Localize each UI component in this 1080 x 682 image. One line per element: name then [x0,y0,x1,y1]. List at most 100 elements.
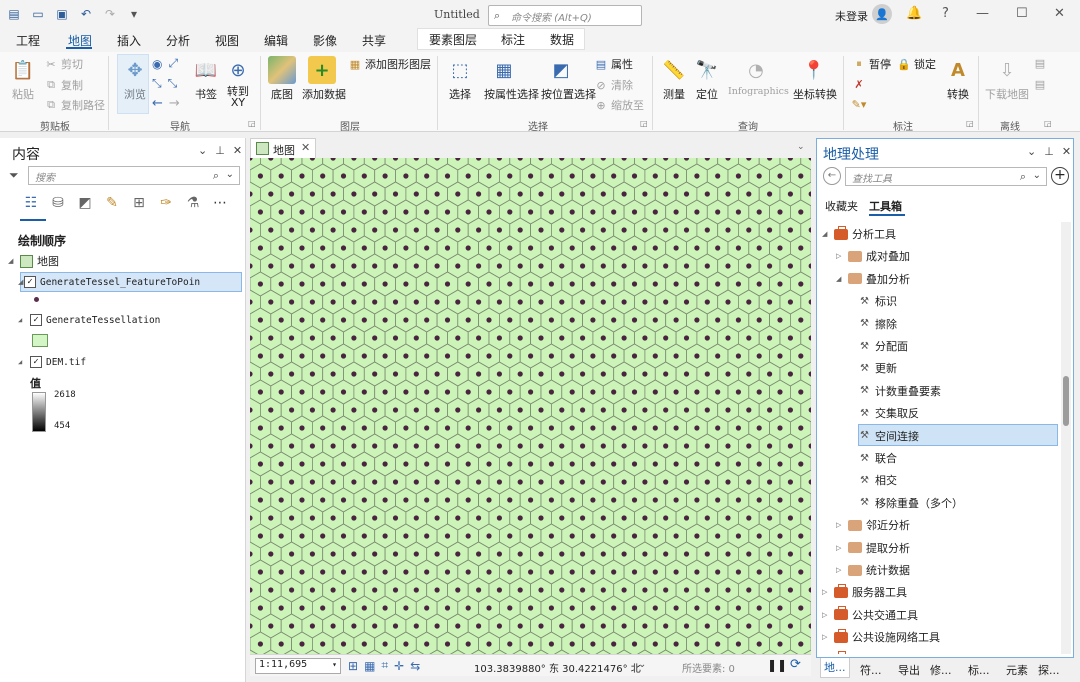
centroid-point[interactable] [528,569,534,575]
centroid-point[interactable] [289,479,295,485]
centroid-point[interactable] [631,209,638,215]
centroid-point[interactable] [735,569,741,575]
centroid-point[interactable] [652,353,658,359]
tab-labels[interactable]: 标... [968,662,990,678]
centroid-point[interactable] [476,623,482,629]
centroid-point[interactable] [268,623,274,629]
centroid-point[interactable] [767,623,773,629]
centroid-point[interactable] [621,263,627,269]
centroid-point[interactable] [444,353,451,359]
centroid-point[interactable] [704,263,710,269]
expand-icon[interactable]: ▷ [822,633,830,641]
centroid-point[interactable] [694,389,700,395]
centroid-point[interactable] [569,389,575,395]
centroid-point[interactable] [580,335,586,341]
centroid-point[interactable] [351,191,357,197]
centroid-point[interactable] [569,173,575,179]
centroid-point[interactable] [486,533,492,539]
centroid-point[interactable] [320,605,326,611]
centroid-point[interactable] [777,173,783,179]
centroid-point[interactable] [268,443,274,449]
dialog-launcher-icon[interactable]: ◲ [1044,119,1052,128]
centroid-point[interactable] [257,461,263,467]
centroid-point[interactable] [777,569,783,575]
centroid-point[interactable] [704,551,710,557]
centroid-point[interactable] [548,353,554,359]
centroid-point[interactable] [642,263,648,269]
centroid-point[interactable] [289,263,295,269]
centroid-point[interactable] [756,173,762,179]
centroid-point[interactable] [756,569,762,575]
centroid-point[interactable] [528,245,534,251]
centroid-point[interactable] [299,497,305,503]
centroid-point[interactable] [590,281,596,287]
centroid-point[interactable] [621,551,627,557]
centroid-point[interactable] [330,515,336,521]
centroid-point[interactable] [320,497,326,503]
centroid-point[interactable] [631,533,638,539]
centroid-point[interactable] [289,335,295,341]
tab-data[interactable]: 数据 [550,31,574,48]
add-icon[interactable]: + [1051,167,1069,185]
redo-icon[interactable]: ↷ [102,6,118,22]
centroid-point[interactable] [340,209,347,215]
centroid-point[interactable] [486,425,492,431]
centroid-point[interactable] [413,551,419,557]
centroid-point[interactable] [289,371,295,377]
centroid-point[interactable] [320,641,326,647]
layer-checkbox[interactable]: ✓ [30,314,42,326]
centroid-point[interactable] [600,227,606,233]
centroid-point[interactable] [600,335,606,341]
centroid-point[interactable] [434,407,440,413]
centroid-point[interactable] [257,569,263,575]
centroid-point[interactable] [746,299,752,305]
chevron-down-icon[interactable]: ⌄ [797,142,805,152]
scale-selector[interactable]: 1:11,695 ▾ [255,658,341,674]
point-symbol[interactable] [34,297,39,302]
centroid-point[interactable] [631,389,638,395]
centroid-point[interactable] [403,533,409,539]
centroid-point[interactable] [444,425,451,431]
centroid-point[interactable] [465,353,471,359]
centroid-point[interactable] [413,299,419,305]
centroid-point[interactable] [559,371,565,377]
centroid-point[interactable] [611,317,617,323]
centroid-point[interactable] [351,515,357,521]
centroid-point[interactable] [715,461,721,467]
centroid-point[interactable] [340,425,347,431]
centroid-point[interactable] [496,407,502,413]
centroid-point[interactable] [621,515,627,521]
centroid-point[interactable] [268,515,274,521]
centroid-point[interactable] [465,605,471,611]
fixed-zoom-icon[interactable]: ⤢ [168,56,178,71]
centroid-point[interactable] [309,515,315,521]
centroid-point[interactable] [299,245,305,251]
centroid-point[interactable] [621,371,627,377]
centroid-point[interactable] [787,407,794,413]
centroid-point[interactable] [756,605,762,611]
centroid-point[interactable] [715,317,721,323]
centroid-point[interactable] [725,407,731,413]
close-icon[interactable]: ✕ [1062,145,1071,158]
centroid-point[interactable] [735,173,741,179]
centroid-point[interactable] [548,497,554,503]
centroid-point[interactable] [268,335,274,341]
centroid-point[interactable] [309,371,315,377]
centroid-point[interactable] [517,623,523,629]
centroid-point[interactable] [621,479,627,485]
centroid-point[interactable] [299,605,305,611]
centroid-point[interactable] [351,587,357,593]
centroid-point[interactable] [694,461,700,467]
centroid-point[interactable] [652,605,658,611]
centroid-point[interactable] [683,443,690,449]
centroid-point[interactable] [517,443,523,449]
centroid-point[interactable] [798,209,804,215]
centroid-point[interactable] [777,317,783,323]
centroid-point[interactable] [538,479,544,485]
centroid-point[interactable] [403,353,409,359]
centroid-point[interactable] [704,335,710,341]
centroid-point[interactable] [340,461,347,467]
centroid-point[interactable] [496,623,502,629]
centroid-point[interactable] [600,191,606,197]
centroid-point[interactable] [569,317,575,323]
